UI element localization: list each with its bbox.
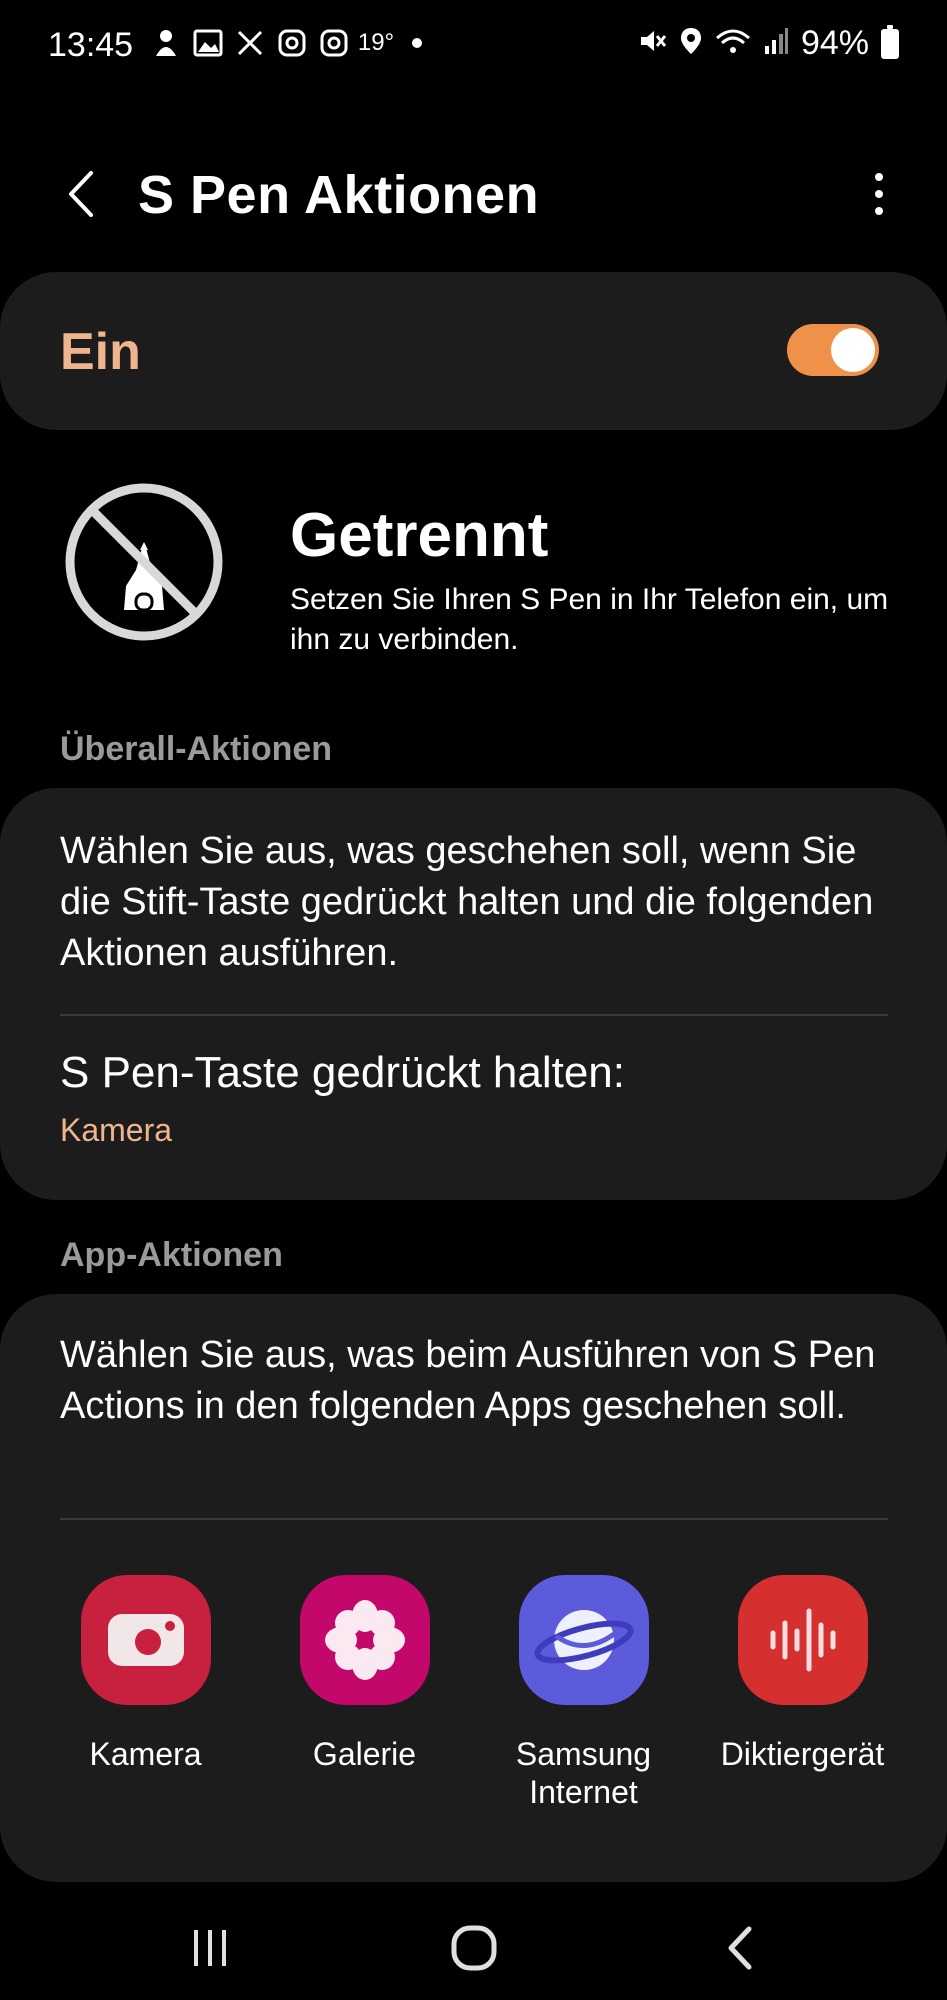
battery-icon bbox=[881, 24, 899, 59]
back-arrow-icon bbox=[728, 1926, 752, 1970]
recent-apps-button[interactable] bbox=[170, 1916, 250, 1980]
app-label: Galerie bbox=[312, 1736, 417, 1772]
hold-button-title: S Pen-Taste gedrückt halten: bbox=[60, 1048, 625, 1097]
gallery-notification-icon bbox=[192, 26, 224, 60]
section-label-anywhere-actions: Überall-Aktionen bbox=[60, 730, 333, 768]
home-button[interactable] bbox=[434, 1916, 514, 1980]
location-icon bbox=[679, 26, 703, 61]
app-item-kamera[interactable]: Kamera bbox=[36, 1575, 255, 1811]
anywhere-actions-card: Wählen Sie aus, was geschehen soll, wenn… bbox=[0, 788, 947, 1200]
more-options-button[interactable] bbox=[859, 164, 899, 224]
notification-app-icon bbox=[150, 26, 182, 60]
app-actions-description: Wählen Sie aus, was beim Ausführen von S… bbox=[60, 1334, 876, 1427]
sound-wave-icon bbox=[737, 1575, 868, 1705]
home-icon bbox=[451, 1925, 497, 1971]
master-toggle-row[interactable]: Ein bbox=[0, 272, 947, 430]
app-item-galerie[interactable]: Galerie bbox=[255, 1575, 474, 1811]
app-bar: S Pen Aktionen bbox=[0, 150, 947, 240]
wifi-icon bbox=[715, 26, 751, 61]
connection-status-title: Getrennt bbox=[290, 501, 549, 570]
status-bar: 13:45 19° 94% bbox=[0, 0, 947, 90]
more-notifications-dot bbox=[412, 38, 422, 48]
more-dot bbox=[875, 207, 883, 215]
signal-icon bbox=[763, 26, 789, 61]
hold-button-row[interactable]: S Pen-Taste gedrückt halten: Kamera bbox=[0, 1016, 947, 1200]
connection-status-description: Setzen Sie Ihren S Pen in Ihr Telefon ei… bbox=[290, 583, 889, 656]
status-time: 13:45 bbox=[48, 26, 134, 64]
planet-icon bbox=[518, 1575, 649, 1705]
more-dot bbox=[875, 190, 883, 198]
app-actions-grid: Kamera Galerie Samsung Internet Diktierg… bbox=[36, 1575, 912, 1811]
camera-icon bbox=[80, 1575, 211, 1705]
recent-apps-icon bbox=[194, 1930, 226, 1966]
mute-icon bbox=[637, 26, 667, 61]
notification-icons: 19° bbox=[150, 26, 422, 60]
battery-percentage: 94% bbox=[800, 24, 869, 62]
flower-icon bbox=[299, 1575, 430, 1705]
section-label-app-actions: App-Aktionen bbox=[60, 1236, 283, 1274]
page-title: S Pen Aktionen bbox=[138, 165, 540, 225]
weather-temperature: 19° bbox=[357, 29, 395, 56]
instagram-icon bbox=[276, 26, 308, 60]
spen-disconnected-icon bbox=[65, 483, 223, 641]
switch-knob bbox=[831, 328, 875, 372]
anywhere-actions-description: Wählen Sie aus, was geschehen soll, wenn… bbox=[60, 830, 874, 974]
app-item-diktiergeraet[interactable]: Diktiergerät bbox=[693, 1575, 912, 1811]
back-button[interactable] bbox=[52, 164, 108, 224]
system-navigation-bar bbox=[0, 1900, 947, 2000]
master-toggle-label: Ein bbox=[60, 323, 141, 381]
more-vertical-icon bbox=[875, 173, 883, 181]
app-label: Kamera bbox=[89, 1736, 202, 1772]
divider bbox=[60, 1518, 888, 1520]
instagram-icon bbox=[318, 26, 350, 60]
app-label: Samsung Internet bbox=[515, 1736, 652, 1810]
system-icons: 94% bbox=[637, 24, 899, 63]
app-label: Diktiergerät bbox=[720, 1736, 885, 1772]
hold-button-value: Kamera bbox=[60, 1112, 173, 1148]
pen-notification-icon bbox=[234, 26, 266, 60]
nav-back-button[interactable] bbox=[700, 1916, 780, 1980]
master-toggle-switch[interactable] bbox=[787, 324, 879, 376]
chevron-left-icon bbox=[69, 171, 93, 217]
app-item-samsung-internet[interactable]: Samsung Internet bbox=[474, 1575, 693, 1811]
